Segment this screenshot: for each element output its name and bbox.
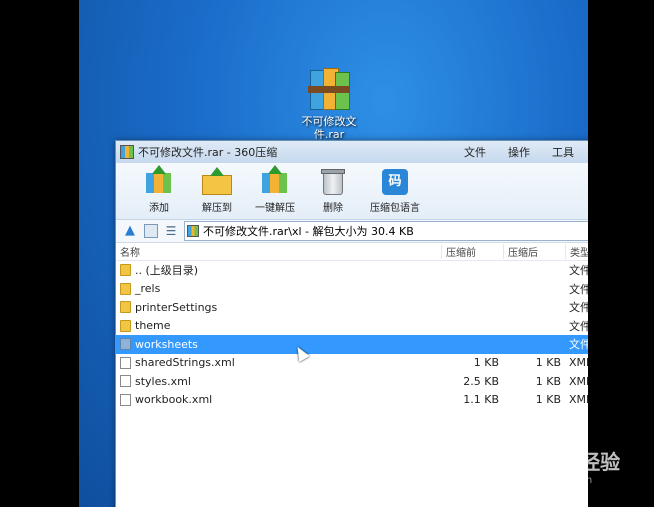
add-label: 添加: [149, 203, 169, 214]
rar-archive-icon: [306, 66, 352, 112]
file-compressed: 1 KB: [535, 374, 561, 388]
folder-icon: [120, 264, 131, 277]
delete-label: 删除: [323, 203, 343, 214]
file-list: .. (上级目录) 文件 _rels 文件 printerSettings 文件…: [116, 261, 588, 409]
menu-file[interactable]: 文件: [464, 144, 486, 160]
extract-folder-icon: [202, 167, 232, 195]
file-type: 文件: [569, 301, 588, 315]
left-black-border: [0, 0, 79, 507]
desktop: 不可修改文件.rar 不可修改文件.rar - 360压缩 文件 操作 工具 添…: [79, 0, 588, 507]
file-packed: 1.1 KB: [463, 393, 499, 407]
file-type: 文件: [569, 264, 588, 278]
right-black-border: [588, 0, 654, 507]
path-text: 不可修改文件.rar\xl - 解包大小为 30.4 KB: [203, 225, 414, 238]
toolbar: 添加 解压到 一键解压 删除 码 压缩包语言: [116, 163, 588, 220]
file-type: XML: [569, 356, 588, 370]
path-field[interactable]: 不可修改文件.rar\xl - 解包大小为 30.4 KB: [184, 221, 588, 241]
file-compressed: 1 KB: [535, 393, 561, 407]
file-name: _rels: [135, 282, 161, 296]
desktop-rar-file[interactable]: 不可修改文件.rar: [294, 66, 364, 141]
file-name: theme: [135, 319, 171, 333]
column-header: 名称 压缩前 压缩后 类型: [116, 243, 588, 261]
file-name: workbook.xml: [135, 393, 213, 407]
address-bar: ▲ ☰ 不可修改文件.rar\xl - 解包大小为 30.4 KB: [116, 220, 588, 243]
trash-bin-icon: [318, 167, 348, 195]
desktop-icon-label: 不可修改文件.rar: [301, 115, 357, 141]
watermark-logo: Bai du 经验: [502, 450, 621, 474]
file-row[interactable]: sharedStrings.xml 1 KB 1 KB XML: [116, 354, 588, 373]
file-packed: 1 KB: [473, 356, 499, 370]
file-icon: [120, 356, 131, 369]
file-name: sharedStrings.xml: [135, 356, 235, 370]
file-name: printerSettings: [135, 300, 218, 314]
file-compressed: 1 KB: [535, 356, 561, 370]
folder-icon: [120, 338, 131, 351]
column-type[interactable]: 类型: [565, 244, 588, 259]
file-name: .. (上级目录): [135, 264, 199, 278]
file-icon: [120, 375, 131, 388]
window-title: 不可修改文件.rar - 360压缩: [138, 146, 278, 159]
list-view-icon[interactable]: ☰: [164, 224, 178, 238]
view-mode-icon[interactable]: [144, 224, 158, 238]
file-packed: 2.5 KB: [463, 374, 499, 388]
extract-to-label: 解压到: [202, 203, 232, 214]
file-icon: [120, 393, 131, 406]
app-icon: [120, 145, 134, 159]
file-type: XML: [569, 374, 588, 388]
file-row[interactable]: workbook.xml 1.1 KB 1 KB XML: [116, 391, 588, 410]
one-click-extract-label: 一键解压: [255, 203, 295, 214]
menu-tools[interactable]: 工具: [552, 144, 574, 160]
file-row[interactable]: printerSettings 文件: [116, 298, 588, 317]
archive-path-icon: [187, 225, 199, 237]
file-row[interactable]: styles.xml 2.5 KB 1 KB XML: [116, 372, 588, 391]
title-bar: 不可修改文件.rar - 360压缩 文件 操作 工具: [116, 141, 588, 163]
compress-code-label: 压缩包语言: [370, 203, 420, 214]
column-packed-size[interactable]: 压缩前: [441, 244, 503, 259]
watermark-url: jingyan.baidu.com: [500, 475, 593, 486]
up-arrow-icon[interactable]: ▲: [122, 223, 138, 239]
one-click-extract-button[interactable]: 一键解压: [246, 163, 304, 214]
file-type: 文件: [569, 338, 588, 352]
add-button[interactable]: 添加: [130, 163, 188, 214]
column-compressed-size[interactable]: 压缩后: [503, 244, 565, 259]
file-name: worksheets: [135, 337, 198, 351]
compress-code-button[interactable]: 码 压缩包语言: [362, 163, 428, 214]
file-type: XML: [569, 393, 588, 407]
code-page-icon: 码: [380, 167, 410, 195]
column-name[interactable]: 名称: [116, 244, 441, 259]
one-click-extract-icon: [260, 165, 290, 195]
add-archive-icon: [144, 165, 174, 195]
extract-to-button[interactable]: 解压到: [188, 163, 246, 214]
file-row[interactable]: _rels 文件: [116, 280, 588, 299]
menu-operation[interactable]: 操作: [508, 144, 530, 160]
file-type: 文件: [569, 319, 588, 333]
file-row[interactable]: theme 文件: [116, 317, 588, 336]
delete-button[interactable]: 删除: [304, 163, 362, 214]
file-name: styles.xml: [135, 374, 191, 388]
folder-icon: [120, 319, 131, 332]
folder-icon: [120, 282, 131, 295]
folder-icon: [120, 301, 131, 314]
file-row-selected[interactable]: worksheets 文件: [116, 335, 588, 354]
file-type: 文件: [569, 282, 588, 296]
file-row[interactable]: .. (上级目录) 文件: [116, 261, 588, 280]
